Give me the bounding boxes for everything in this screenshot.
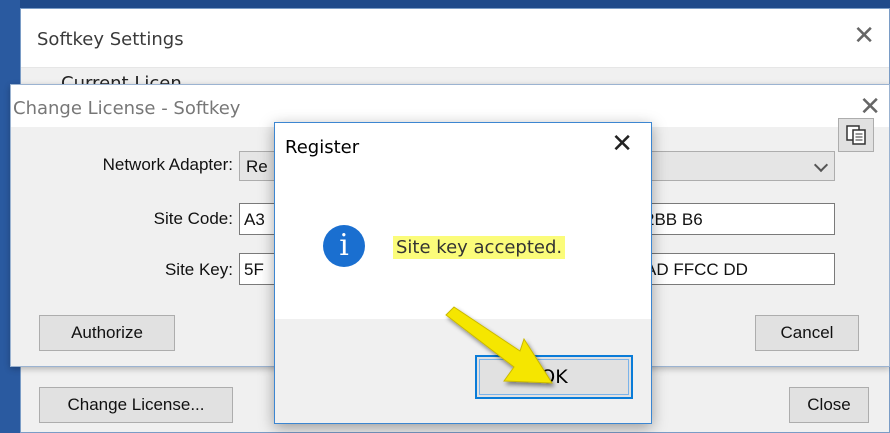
register-title: Register (285, 137, 360, 158)
settings-titlebar: Softkey Settings ✕ (21, 9, 889, 68)
network-adapter-value: Re (246, 157, 268, 176)
site-code-value-right: 2BB B6 (645, 210, 703, 229)
network-adapter-label: Network Adapter: (102, 155, 233, 174)
copy-button[interactable] (838, 118, 874, 152)
change-license-title: Change License - Softkey (13, 98, 241, 119)
site-code-value-left: A3 (244, 210, 265, 229)
change-license-button[interactable]: Change License... (39, 387, 233, 423)
change-license-titlebar: Change License - Softkey ✕ (11, 85, 889, 127)
site-key-value-right: AD FFCC DD (645, 260, 748, 279)
register-close-icon[interactable]: ✕ (611, 131, 633, 157)
settings-close-button[interactable]: Close (789, 387, 869, 423)
chevron-down-icon (813, 157, 829, 173)
settings-close-icon[interactable]: ✕ (853, 23, 875, 49)
pointer-arrow-icon (445, 306, 553, 384)
authorize-button[interactable]: Authorize (39, 315, 175, 351)
site-key-label: Site Key: (164, 260, 233, 279)
site-key-value-left: 5F (244, 260, 264, 279)
info-icon: i (323, 225, 365, 267)
register-message: Site key accepted. (393, 236, 566, 259)
settings-title: Softkey Settings (37, 29, 184, 50)
cancel-button[interactable]: Cancel (755, 315, 859, 351)
change-license-close-icon[interactable]: ✕ (859, 94, 881, 120)
copy-icon (846, 125, 866, 145)
site-code-label: Site Code: (153, 209, 233, 228)
